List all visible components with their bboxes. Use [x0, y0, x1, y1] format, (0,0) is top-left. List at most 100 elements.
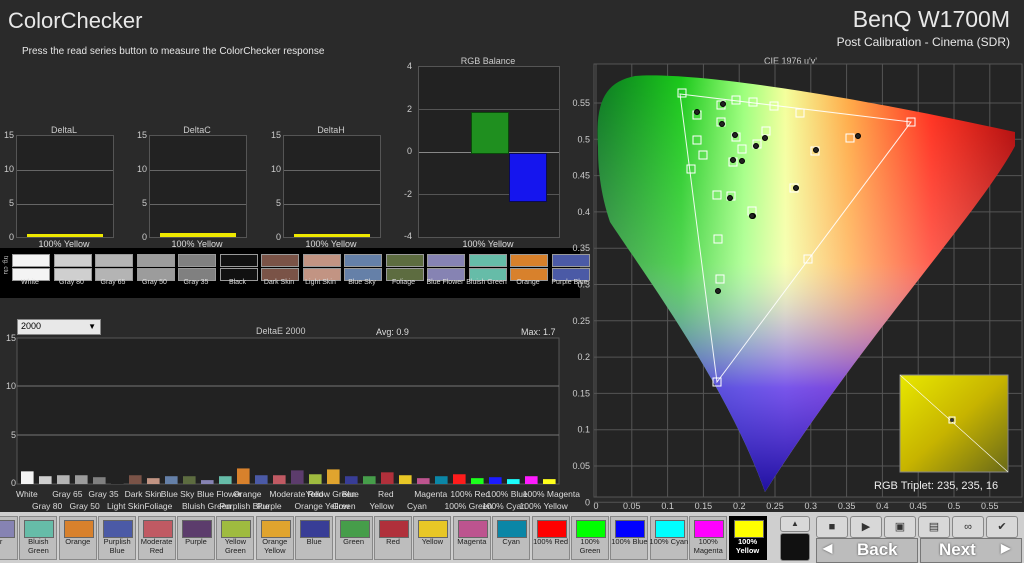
- deltae-bar-foliage: [183, 476, 196, 484]
- save-button[interactable]: ▣: [884, 516, 916, 538]
- deltae-bar-100-magenta: [525, 476, 538, 484]
- patch-color: [694, 520, 725, 538]
- category-label: Gray 80: [32, 501, 63, 511]
- patch-label: 100% Yellow: [735, 537, 760, 555]
- patch-button-100-yellow[interactable]: 100% Yellow: [728, 516, 767, 560]
- patch-button-100-cyan[interactable]: 100% Cyan: [649, 516, 688, 560]
- patch-button-bluish-green[interactable]: Bluish Green: [19, 516, 58, 560]
- deltae-bar-bluish-green: [219, 476, 232, 484]
- deltae-formula-dropdown[interactable]: 2000 ▼: [17, 319, 101, 335]
- y-tick-label: 0.35: [572, 243, 590, 253]
- back-button[interactable]: ◀ Back: [816, 538, 918, 563]
- patch-label: Moderate Red: [140, 537, 173, 555]
- target-swatch: [468, 254, 507, 267]
- swatch-label: Black: [228, 279, 247, 286]
- continuous-button[interactable]: ∞: [952, 516, 984, 538]
- tick-label: 5: [8, 198, 14, 208]
- deltae-bar-yellow-green: [309, 474, 322, 484]
- gridline: [150, 204, 246, 205]
- swatch-label: Bluish Green: [466, 279, 507, 286]
- y-tick-label: 0.45: [572, 171, 590, 181]
- target-swatch: [344, 254, 382, 267]
- patch-color: [260, 520, 291, 538]
- patch-button-purplish-blue[interactable]: Purplish Blue: [98, 516, 137, 560]
- tick-label: 10: [136, 164, 147, 174]
- patch-button-100-red[interactable]: 100% Red: [531, 516, 570, 560]
- patch-button-green[interactable]: Green: [334, 516, 373, 560]
- chevron-down-icon: ▼: [88, 322, 96, 331]
- patch-button-cyan[interactable]: Cyan: [492, 516, 531, 560]
- category-label: Dark Skin: [124, 489, 162, 499]
- deltae-bar-orange-yellow: [327, 469, 340, 484]
- up-arrow-button[interactable]: ▲: [780, 516, 810, 532]
- patch-button-100-magenta[interactable]: 100% Magenta: [689, 516, 728, 560]
- patch-button-moderate-red[interactable]: Moderate Red: [137, 516, 176, 560]
- patch-button-er[interactable]: er: [0, 516, 18, 560]
- tick-label: 15: [136, 130, 147, 140]
- back-arrow-icon: ◀: [823, 541, 833, 555]
- y-tick-label: 0.15: [572, 388, 590, 398]
- delta-bar: [160, 232, 236, 237]
- patch-label: Green: [343, 537, 365, 546]
- swatch-item: Gray 80: [52, 248, 92, 294]
- stop-button[interactable]: ■: [816, 516, 848, 538]
- tick-label: -2: [403, 189, 412, 199]
- category-label: Blue: [341, 489, 359, 499]
- patch-color: [182, 520, 212, 538]
- colorchecker-swatch-strip: trg. ctu White Gray 80 Gray 65 Gray 50 Gray …: [0, 248, 590, 298]
- target-swatch: [510, 254, 548, 267]
- patch-label: Cyan: [502, 537, 520, 546]
- play-button[interactable]: ▶: [850, 516, 882, 538]
- patch-button-purple[interactable]: Purple: [177, 516, 215, 560]
- patch-label: Purplish Blue: [103, 537, 131, 555]
- patch-button-100-blue[interactable]: 100% Blue: [610, 516, 649, 560]
- target-swatch: [178, 254, 216, 267]
- patch-label: Blue: [306, 537, 322, 546]
- deltae-bar-light-skin: [147, 478, 160, 484]
- patch-button-blue[interactable]: Blue: [295, 516, 334, 560]
- patch-button-100-green[interactable]: 100% Green: [571, 516, 609, 560]
- tick-label: 5: [10, 430, 16, 440]
- measured-marker: [762, 135, 768, 141]
- swatch-label: Orange: [516, 279, 540, 286]
- deltae-bar-moderate-red: [273, 475, 286, 484]
- patch-button-magenta[interactable]: Magenta: [452, 516, 491, 560]
- confirm-button[interactable]: ✔: [986, 516, 1018, 538]
- read-series-button[interactable]: ▤: [918, 516, 950, 538]
- deltae-bar-magenta: [417, 478, 430, 484]
- patch-label: 100% Green: [579, 537, 601, 555]
- gridline: [284, 170, 380, 171]
- patch-label: 100% Magenta: [693, 537, 723, 555]
- swatch-label: Dark Skin: [263, 279, 295, 286]
- swatch-item: Black: [218, 248, 258, 294]
- patch-button-yellow[interactable]: Yellow: [413, 516, 452, 560]
- category-label: Cyan: [407, 501, 427, 511]
- patch-button-yellow-green[interactable]: Yellow Green: [216, 516, 255, 560]
- rgb-triplet-readout: RGB Triplet: 235, 235, 16: [874, 480, 999, 492]
- back-label: Back: [857, 540, 898, 559]
- patch-button-red[interactable]: Red: [374, 516, 412, 560]
- dropdown-value: 2000: [21, 321, 42, 331]
- gridline: [17, 170, 113, 171]
- save-icon: ▣: [894, 521, 906, 533]
- swatch-item: Dark Skin: [259, 248, 299, 294]
- measured-marker: [720, 101, 726, 107]
- deltae-bar-plot: [16, 337, 560, 485]
- deltae-bar-gray-50: [75, 475, 88, 484]
- patch-label: er: [0, 537, 3, 546]
- measured-marker: [813, 147, 819, 153]
- patch-button-orange-yellow[interactable]: Orange Yellow: [255, 516, 294, 560]
- instruction-text: Press the read series button to measure …: [22, 46, 325, 57]
- patch-color: [615, 520, 646, 538]
- swatch-item: Bluish Green: [466, 248, 507, 294]
- y-tick-label: 0.4: [577, 207, 590, 217]
- deltae-bar-gray-80: [39, 476, 52, 484]
- deltae-bar-gray-35: [93, 477, 106, 484]
- category-label: White: [16, 489, 38, 499]
- patch-button-orange[interactable]: Orange: [58, 516, 97, 560]
- deltae-bar-blue-flower: [201, 480, 214, 484]
- patch-label: Red: [386, 537, 400, 546]
- category-label: Foliage: [144, 501, 173, 511]
- swatch-label: Foliage: [392, 279, 415, 286]
- next-button[interactable]: Next ▶: [920, 538, 1022, 563]
